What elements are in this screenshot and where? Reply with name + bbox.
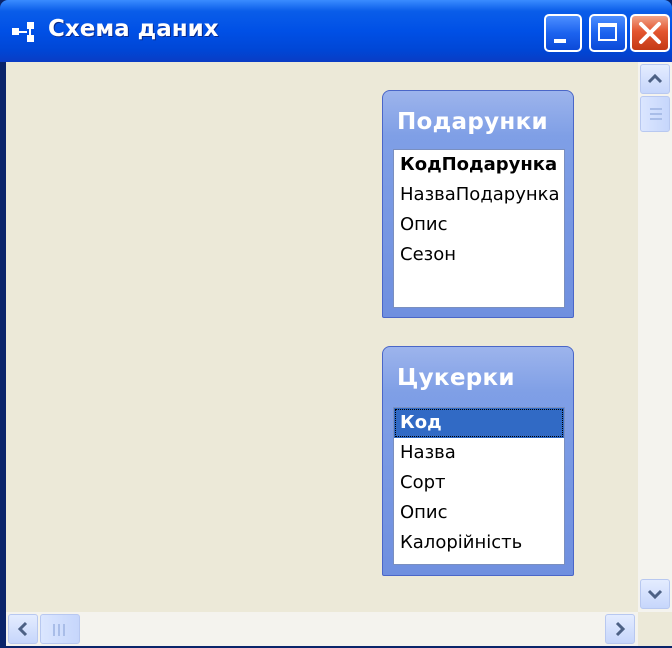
horizontal-scroll-thumb[interactable] xyxy=(40,614,80,644)
horizontal-scrollbar[interactable] xyxy=(6,612,638,646)
table-title[interactable]: Подарунки xyxy=(397,109,548,135)
field-item[interactable]: Опис xyxy=(394,498,564,528)
table-tsukerky[interactable]: Цукерки Код Назва Сорт Опис Калорійність xyxy=(382,346,574,576)
title-bar[interactable]: Схема даних xyxy=(0,0,672,62)
close-icon xyxy=(639,22,661,44)
arrow-right-icon xyxy=(615,621,626,637)
scroll-down-button[interactable] xyxy=(640,579,670,609)
window-title: Схема даних xyxy=(48,16,219,42)
field-item[interactable]: Опис xyxy=(394,210,564,240)
scroll-up-button[interactable] xyxy=(640,64,670,94)
field-item[interactable]: Сорт xyxy=(394,468,564,498)
arrow-down-icon xyxy=(647,589,663,600)
scroll-right-button[interactable] xyxy=(605,614,635,644)
minimize-icon xyxy=(554,39,566,43)
diagram-canvas[interactable]: Подарунки КодПодарунка НазваПодарунка Оп… xyxy=(6,62,638,612)
scroll-left-button[interactable] xyxy=(8,614,38,644)
relationships-icon xyxy=(12,22,40,44)
field-item[interactable]: Калорійність xyxy=(394,528,564,558)
vertical-scrollbar[interactable] xyxy=(638,62,672,612)
vertical-scroll-thumb[interactable] xyxy=(640,96,670,132)
field-item[interactable]: Код xyxy=(394,408,564,438)
field-list[interactable]: КодПодарунка НазваПодарунка Опис Сезон xyxy=(393,149,565,308)
relationships-window: Схема даних Подарунки КодПодарунка Назва… xyxy=(0,0,672,648)
field-item[interactable]: Сезон xyxy=(394,240,564,270)
field-item[interactable]: НазваПодарунка xyxy=(394,180,564,210)
maximize-icon xyxy=(598,23,617,41)
table-title[interactable]: Цукерки xyxy=(397,365,515,391)
arrow-left-icon xyxy=(17,621,28,637)
close-button[interactable] xyxy=(630,14,670,52)
maximize-button[interactable] xyxy=(589,14,627,52)
table-podarunky[interactable]: Подарунки КодПодарунка НазваПодарунка Оп… xyxy=(382,90,574,318)
scrollbar-corner xyxy=(638,612,672,646)
field-item[interactable]: КодПодарунка xyxy=(394,150,564,180)
minimize-button[interactable] xyxy=(544,14,582,52)
field-item[interactable]: Назва xyxy=(394,438,564,468)
field-list[interactable]: Код Назва Сорт Опис Калорійність xyxy=(393,407,565,565)
arrow-up-icon xyxy=(647,73,663,84)
